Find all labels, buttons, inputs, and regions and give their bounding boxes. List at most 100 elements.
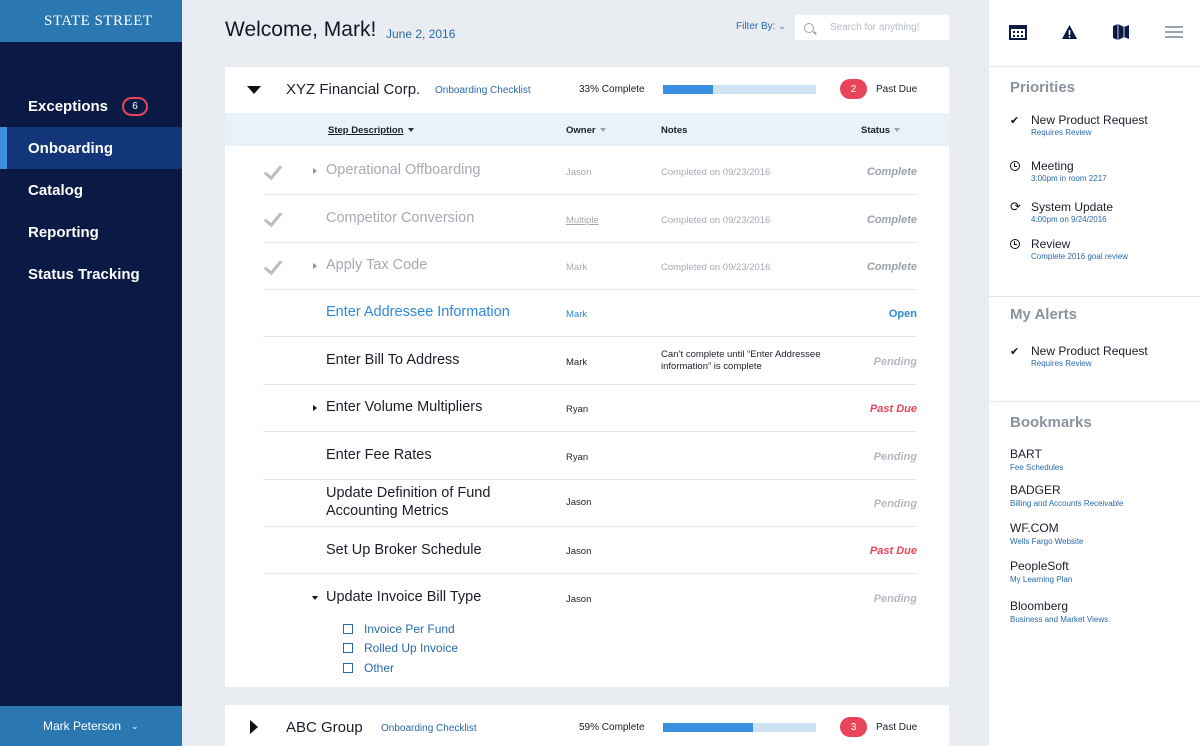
search-input[interactable] [830,22,945,33]
table-row[interactable]: Enter Volume Multipliers Ryan Past Due [263,385,917,432]
priority-subtitle[interactable]: 4:00pm on 9/24/2016 [1031,215,1107,224]
filter-dropdown[interactable]: Filter By: ⌄ [736,21,786,32]
table-row[interactable]: Enter Bill To Address Mark Can’t complet… [263,337,917,385]
status-badge: Open [888,308,917,320]
priority-subtitle[interactable]: Complete 2016 goal review [1031,252,1128,261]
alert-subtitle[interactable]: Requires Review [1031,359,1091,368]
table-header: Step Description Owner Notes Status [225,113,949,146]
sidebar-item-exceptions[interactable]: Exceptions 6 [0,85,182,127]
collapse-arrow-icon[interactable] [312,596,318,600]
sort-caret-icon [599,128,606,133]
option-label: Rolled Up Invoice [364,641,459,656]
table-row[interactable]: Apply Tax Code Mark Completed on 09/23/2… [263,243,917,290]
column-label: Owner [566,125,596,136]
invoice-bill-type-options: Invoice Per Fund Rolled Up Invoice Other [343,619,458,678]
map-icon[interactable] [1112,24,1130,40]
status-badge: Complete [866,261,917,273]
checkbox[interactable] [343,643,353,654]
checkbox[interactable] [343,623,353,634]
priority-title: Review [1031,237,1071,251]
bookmark-item[interactable]: Bloomberg Business and Market Views [1010,599,1108,624]
progress-fill [663,85,714,94]
progress-text: 33% Complete [579,84,645,95]
expand-arrow-icon[interactable] [313,405,317,411]
table-row[interactable]: Competitor Conversion Multiple Completed… [263,195,917,243]
expand-arrow-icon[interactable] [313,263,317,269]
step-notes: Completed on 09/23/2016 [661,262,771,273]
check-icon [263,209,283,229]
status-badge: Pending [873,356,917,368]
check-icon [263,257,283,277]
page-title: Welcome, Mark! [225,18,377,41]
user-name: Mark Peterson [43,719,122,733]
table-row[interactable]: Update Definition of Fund Accounting Met… [263,480,917,527]
company-name: XYZ Financial Corp. [286,81,421,98]
bookmark-subtitle[interactable]: My Learning Plan [1010,575,1072,584]
sidebar-item-status-tracking[interactable]: Status Tracking [0,253,182,295]
table-row[interactable]: Update Invoice Bill Type Jason Pending [263,574,917,619]
bookmark-item[interactable]: BART Fee Schedules [1010,447,1063,472]
step-owner: Ryan [566,404,589,415]
step-description: Enter Volume Multipliers [326,399,483,415]
bookmark-item[interactable]: PeopleSoft My Learning Plan [1010,559,1072,584]
step-owner: Mark [566,262,588,273]
sidebar-item-onboarding[interactable]: Onboarding [0,127,182,169]
column-notes: Notes [661,125,687,136]
sidebar-item-reporting[interactable]: Reporting [0,211,182,253]
onboarding-checklist-link[interactable]: Onboarding Checklist [381,723,477,734]
current-date: June 2, 2016 [386,27,456,41]
option-invoice-per-fund[interactable]: Invoice Per Fund [343,619,458,639]
table-row[interactable]: Enter Addressee Information Mark Open [263,290,917,337]
bookmark-item[interactable]: WF.COM Wells Fargo Website [1010,521,1084,546]
status-badge: Pending [873,451,917,463]
chevron-down-icon: ⌄ [778,21,786,31]
priority-subtitle[interactable]: 3:00pm in room 2217 [1031,174,1107,183]
sidebar-item-label: Reporting [28,223,99,241]
alert-icon[interactable] [1061,24,1078,40]
bookmark-item[interactable]: BADGER Billing and Accounts Receivable [1010,483,1123,508]
collapse-toggle-icon[interactable] [247,86,261,94]
onboarding-checklist-link[interactable]: Onboarding Checklist [435,85,531,96]
sidebar-item-label: Catalog [28,181,84,199]
bookmark-title: Bloomberg [1010,599,1069,613]
progress-bar [663,723,816,732]
divider [989,401,1200,402]
sidebar-nav: Exceptions 6 Onboarding Catalog Reportin… [0,85,182,295]
bookmark-subtitle[interactable]: Billing and Accounts Receivable [1010,499,1123,508]
sidebar-item-catalog[interactable]: Catalog [0,169,182,211]
calendar-icon[interactable] [1009,24,1027,40]
column-step-description[interactable]: Step Description [328,125,414,136]
table-row[interactable]: Enter Fee Rates Ryan Pending [263,432,917,480]
step-description: Operational Offboarding [326,162,481,178]
table-row[interactable]: Operational Offboarding Jason Completed … [263,147,917,195]
step-description: Competitor Conversion [326,210,475,226]
column-status[interactable]: Status [861,125,901,136]
table-row[interactable]: Set Up Broker Schedule Jason Past Due [263,527,917,574]
company-name: ABC Group [286,719,363,736]
bookmark-title: WF.COM [1010,521,1059,535]
check-icon: ✔ [1010,115,1020,127]
step-description-link[interactable]: Enter Addressee Information [326,304,510,322]
expand-arrow-icon[interactable] [313,168,317,174]
menu-icon[interactable] [1165,24,1183,40]
bookmark-subtitle[interactable]: Fee Schedules [1010,463,1063,472]
step-description: Enter Fee Rates [326,447,432,463]
option-rolled-up-invoice[interactable]: Rolled Up Invoice [343,639,458,659]
step-owner: Jason [566,167,592,178]
bookmark-subtitle[interactable]: Wells Fargo Website [1010,537,1084,546]
column-owner[interactable]: Owner [566,125,606,136]
bookmark-subtitle[interactable]: Business and Market Views [1010,615,1108,624]
checkbox[interactable] [343,662,353,673]
expand-toggle-icon[interactable] [250,720,258,734]
option-other[interactable]: Other [343,658,458,678]
step-owner-link[interactable]: Multiple [566,215,599,226]
priority-subtitle[interactable]: Requires Review [1031,128,1091,137]
column-label: Status [861,125,891,136]
card-header: XYZ Financial Corp. Onboarding Checklist… [225,67,949,113]
bookmarks-heading: Bookmarks [1010,414,1092,431]
step-description: Set Up Broker Schedule [326,542,482,558]
right-panel: Priorities ✔ New Product Request Require… [989,0,1200,746]
logo: STATE STREET [0,0,182,42]
user-menu[interactable]: Mark Peterson ⌄ [0,706,182,746]
past-due-count-badge: 3 [840,717,867,737]
